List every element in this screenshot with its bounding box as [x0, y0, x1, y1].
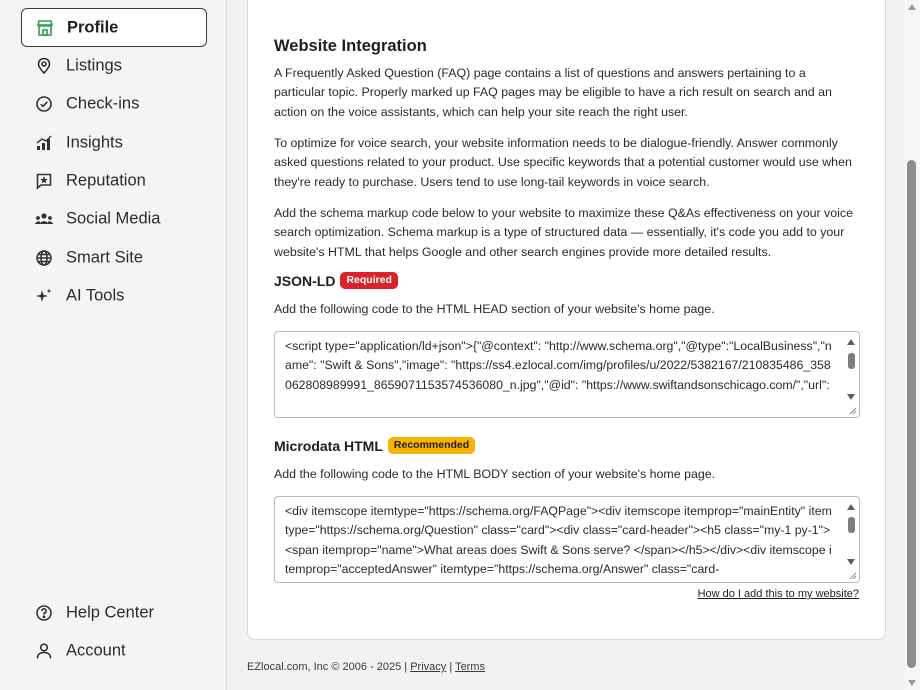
scroll-up-icon[interactable] — [847, 504, 855, 510]
microdata-title: Microdata HTML — [274, 437, 383, 454]
jsonld-heading: JSON-LD Required — [274, 272, 859, 289]
user-icon — [33, 640, 55, 662]
jsonld-title: JSON-LD — [274, 272, 336, 289]
how-to-add-link[interactable]: How do I add this to my website? — [698, 588, 859, 600]
jsonld-code: <script type="application/ld+json">{"@co… — [285, 339, 832, 392]
star-message-icon — [33, 170, 55, 192]
faq-paragraph: A Frequently Asked Question (FAQ) page c… — [274, 66, 832, 119]
voice-search-paragraph: To optimize for voice search, your websi… — [274, 136, 852, 189]
sidebar-item-label: Smart Site — [66, 248, 144, 266]
jsonld-instruction: Add the following code to the HTML HEAD … — [274, 302, 715, 316]
scroll-down-icon[interactable] — [847, 559, 855, 565]
help-circle-icon — [33, 602, 55, 624]
microdata-instruction: Add the following code to the HTML BODY … — [274, 467, 716, 481]
page-scrollbar-thumb[interactable] — [907, 160, 916, 668]
scroll-up-icon[interactable] — [847, 339, 855, 345]
sidebar-item-insights[interactable]: Insights — [21, 123, 207, 162]
bar-chart-icon — [33, 132, 55, 154]
sparkle-icon — [33, 285, 55, 307]
sidebar-item-profile[interactable]: Profile — [21, 8, 207, 47]
footer: EZlocal.com, Inc © 2006 - 2025 | Privacy… — [247, 661, 485, 673]
sidebar-item-label: Profile — [67, 18, 119, 36]
sidebar-item-help-center[interactable]: Help Center — [21, 593, 207, 632]
sidebar-item-label: Check-ins — [66, 94, 140, 112]
map-pin-icon — [33, 55, 55, 77]
sidebar-item-reputation[interactable]: Reputation — [21, 161, 207, 200]
recommended-badge: Recommended — [387, 437, 476, 454]
sidebar-item-label: AI Tools — [66, 286, 125, 304]
sidebar-item-label: Help Center — [66, 603, 155, 621]
scroll-down-icon[interactable] — [908, 680, 916, 686]
website-integration-card: Website Integration A Frequently Asked Q… — [247, 0, 886, 640]
sidebar-item-label: Account — [66, 641, 126, 659]
sidebar-item-label: Social Media — [66, 209, 161, 227]
terms-link[interactable]: Terms — [455, 661, 485, 673]
scroll-up-icon[interactable] — [908, 4, 916, 10]
sidebar-item-listings[interactable]: Listings — [21, 46, 207, 85]
globe-icon — [33, 247, 55, 269]
sidebar-item-account[interactable]: Account — [21, 631, 207, 670]
sidebar-item-check-ins[interactable]: Check-ins — [21, 84, 207, 123]
microdata-code-textarea[interactable]: <div itemscope itemtype="https://schema.… — [274, 496, 860, 583]
sidebar-item-label: Reputation — [66, 171, 146, 189]
sidebar-item-label: Insights — [66, 133, 123, 151]
microdata-code: <div itemscope itemtype="https://schema.… — [285, 504, 832, 576]
sidebar-item-social-media[interactable]: Social Media — [21, 199, 207, 238]
footer-separator: | — [449, 661, 453, 673]
storefront-icon — [34, 17, 56, 39]
scrollbar-thumb[interactable] — [848, 517, 855, 533]
schema-paragraph: Add the schema markup code below to your… — [274, 206, 853, 259]
sidebar-item-smart-site[interactable]: Smart Site — [21, 238, 207, 277]
people-icon — [33, 208, 55, 230]
jsonld-code-textarea[interactable]: <script type="application/ld+json">{"@co… — [274, 331, 860, 418]
sidebar-item-label: Listings — [66, 56, 122, 74]
section-title: Website Integration — [274, 37, 427, 55]
privacy-link[interactable]: Privacy — [410, 661, 446, 673]
textarea-scrollbar[interactable] — [846, 335, 857, 414]
microdata-heading: Microdata HTML Recommended — [274, 437, 859, 454]
sidebar: Profile Listings Check-ins Insights Repu… — [0, 0, 227, 690]
page-scrollbar[interactable] — [905, 0, 920, 690]
copyright-text: EZlocal.com, Inc © 2006 - 2025 | — [247, 661, 408, 673]
sidebar-item-ai-tools[interactable]: AI Tools — [21, 276, 207, 315]
main-content: Website Integration A Frequently Asked Q… — [228, 0, 905, 690]
scrollbar-thumb[interactable] — [848, 353, 855, 369]
required-badge: Required — [340, 272, 398, 289]
textarea-scrollbar[interactable] — [846, 500, 857, 579]
scroll-down-icon[interactable] — [847, 394, 855, 400]
check-circle-icon — [33, 93, 55, 115]
resize-handle-icon[interactable] — [848, 406, 857, 415]
resize-handle-icon[interactable] — [848, 571, 857, 580]
